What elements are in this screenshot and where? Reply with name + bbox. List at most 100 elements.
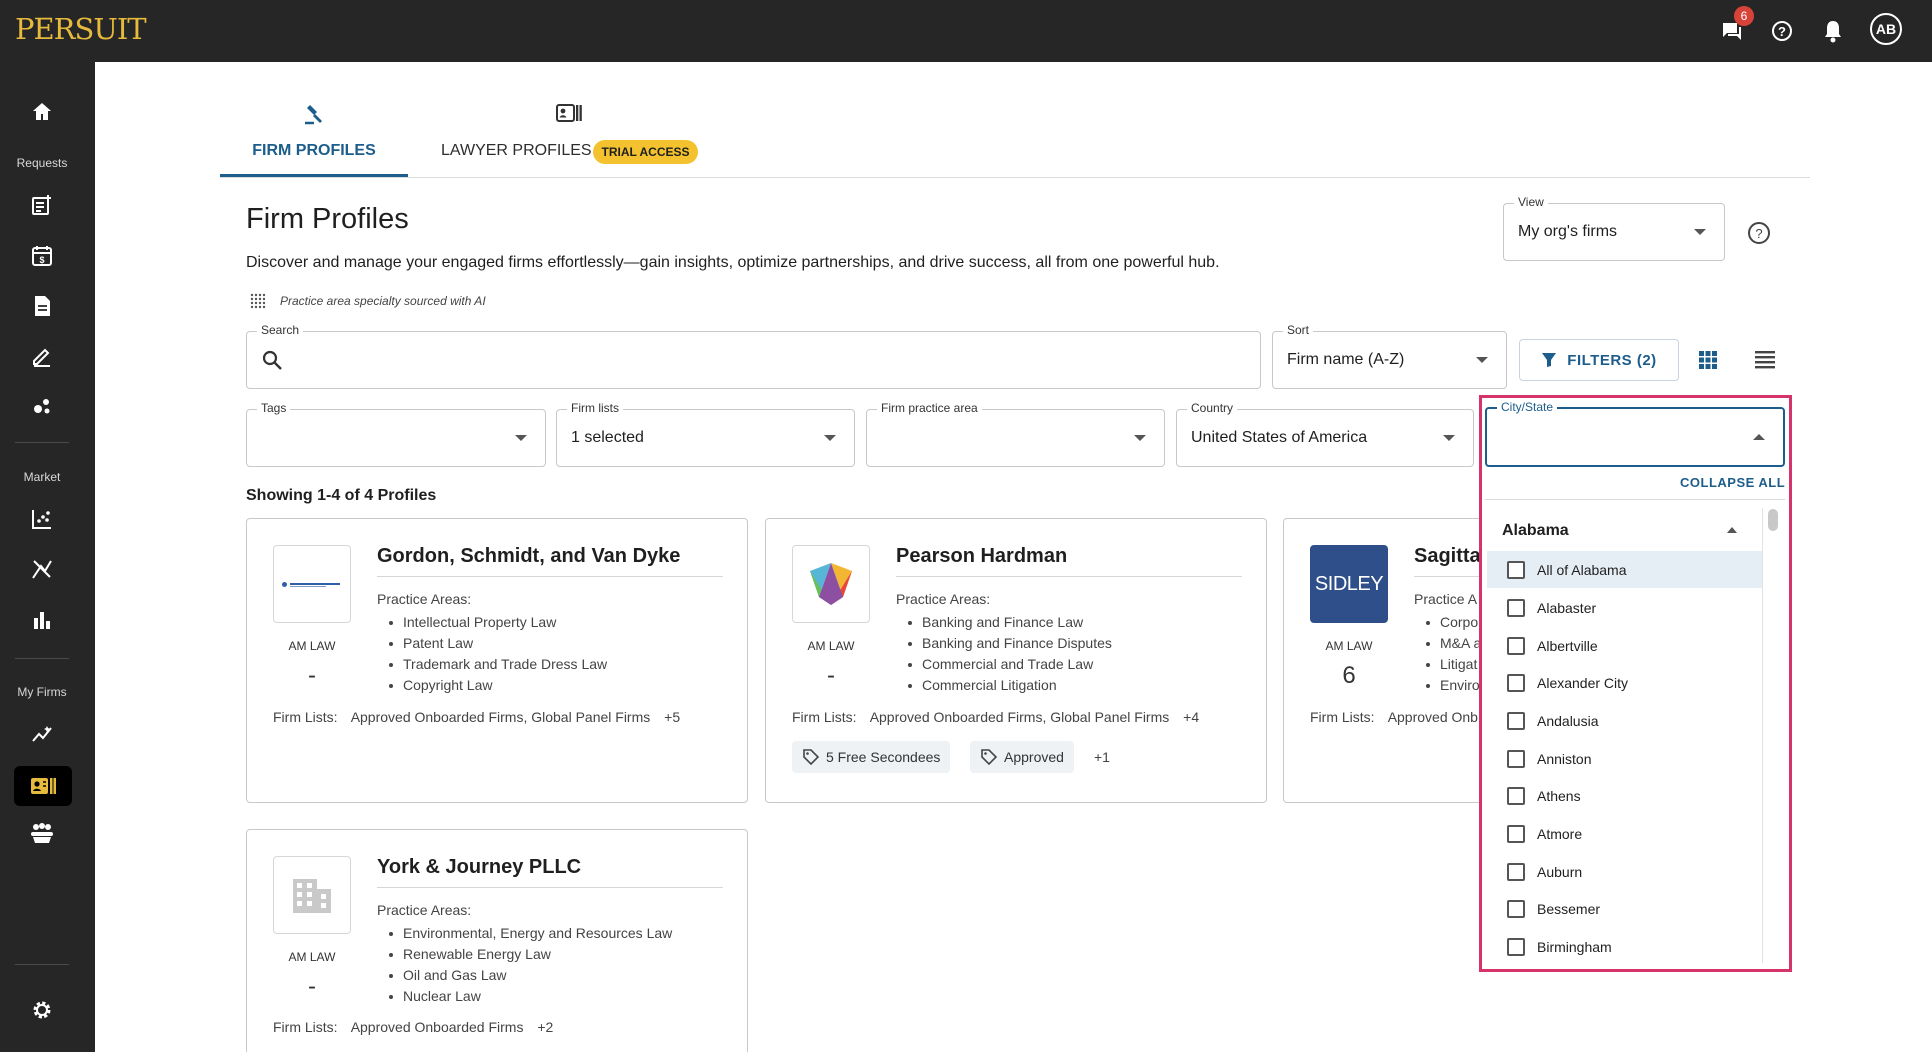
practice-areas-label: Practice Areas: xyxy=(377,591,472,607)
firm-lists-more[interactable]: +5 xyxy=(664,709,680,725)
sidebar-divider xyxy=(15,964,69,965)
chevron-up-icon[interactable] xyxy=(1727,527,1737,533)
firm-name[interactable]: Gordon, Schmidt, and Van Dyke xyxy=(377,545,680,568)
firm-lists-label: Firm Lists: xyxy=(273,709,338,725)
country-select[interactable]: Country United States of America xyxy=(1176,401,1474,467)
list-item: Oil and Gas Law xyxy=(377,965,672,986)
sort-value: Firm name (A-Z) xyxy=(1287,351,1405,368)
checkbox[interactable] xyxy=(1507,673,1525,692)
bell-icon[interactable] xyxy=(1816,14,1850,48)
insights-icon[interactable] xyxy=(26,718,58,750)
city-option[interactable]: Athens xyxy=(1487,777,1762,814)
edit-icon[interactable] xyxy=(26,340,58,372)
firm-card[interactable]: AM LAW - York & Journey PLLC Practice Ar… xyxy=(246,829,748,1052)
team-icon[interactable] xyxy=(26,817,58,849)
user-avatar[interactable]: AB xyxy=(1870,13,1902,45)
am-law-rank: 6 xyxy=(1342,662,1356,689)
firm-practice-area-select[interactable]: Firm practice area xyxy=(866,401,1165,467)
city-option[interactable]: Alabaster xyxy=(1487,589,1762,626)
bar-chart-icon[interactable] xyxy=(26,604,58,636)
am-law-label: AM LAW xyxy=(807,639,855,653)
firm-lists-more[interactable]: +2 xyxy=(537,1019,553,1035)
am-law-label: AM LAW xyxy=(1325,639,1373,653)
firm-name[interactable]: Pearson Hardman xyxy=(896,545,1067,568)
city-option[interactable]: Atmore xyxy=(1487,815,1762,852)
list-view-icon[interactable] xyxy=(1754,350,1776,375)
tab-firm-profiles[interactable]: FIRM PROFILES xyxy=(220,96,408,178)
sidebar-divider xyxy=(15,658,69,659)
card-divider xyxy=(896,576,1242,577)
tags-more[interactable]: +1 xyxy=(1094,749,1110,765)
checkbox[interactable] xyxy=(1507,560,1525,579)
filters-button[interactable]: FILTERS (2) xyxy=(1519,339,1679,381)
firm-card[interactable]: AM LAW - Pearson Hardman Practice Areas:… xyxy=(765,518,1267,803)
city-option[interactable]: Birmingham xyxy=(1487,928,1762,965)
new-request-icon[interactable] xyxy=(26,189,58,221)
firm-name[interactable]: Sagittar xyxy=(1414,545,1488,568)
city-option[interactable]: Andalusia xyxy=(1487,702,1762,739)
grid-view-icon[interactable] xyxy=(1698,350,1718,375)
ai-sparkle-icon xyxy=(250,293,266,314)
scatter-chart-icon[interactable] xyxy=(26,503,58,535)
firm-lists-value: Approved Onboarded Firms xyxy=(350,1019,524,1035)
settings-icon[interactable] xyxy=(26,994,58,1026)
chevron-down-icon xyxy=(1443,435,1455,441)
filter-icon xyxy=(1542,353,1557,367)
city-option[interactable]: Auburn xyxy=(1487,853,1762,890)
am-law-rank: - xyxy=(827,662,835,689)
city-state-select[interactable]: City/State xyxy=(1485,400,1785,467)
page-description: Discover and manage your engaged firms e… xyxy=(246,254,1220,271)
checkbox[interactable] xyxy=(1507,899,1525,918)
firm-profiles-icon[interactable] xyxy=(14,766,72,806)
tag-chip[interactable]: Approved xyxy=(970,741,1074,773)
sort-select[interactable]: Sort Firm name (A-Z) xyxy=(1272,323,1507,389)
view-select[interactable]: View My org's firms xyxy=(1503,195,1725,261)
help-icon[interactable]: ? xyxy=(1765,14,1799,48)
analytics-icon[interactable] xyxy=(26,553,58,585)
tab-firm-profiles-label: FIRM PROFILES xyxy=(252,142,376,159)
search-field[interactable]: Search xyxy=(246,323,1261,389)
city-option[interactable]: All of Alabama xyxy=(1487,551,1762,588)
collapse-all-button[interactable]: COLLAPSE ALL xyxy=(1680,475,1785,490)
sidebar-section-market: Market xyxy=(23,470,61,484)
list-item: Renewable Energy Law xyxy=(377,944,672,965)
checkbox[interactable] xyxy=(1507,636,1525,655)
city-option-label: Atmore xyxy=(1537,825,1583,842)
city-option[interactable]: Anniston xyxy=(1487,740,1762,777)
checkbox[interactable] xyxy=(1507,862,1525,881)
state-group-header[interactable]: Alabama xyxy=(1502,522,1569,540)
billing-calendar-icon[interactable]: $ xyxy=(26,240,58,272)
city-option[interactable]: Alexander City xyxy=(1487,664,1762,701)
network-icon[interactable] xyxy=(26,390,58,422)
help-circle-icon[interactable]: ? xyxy=(1747,221,1771,250)
persuit-logo[interactable]: PERSUIT xyxy=(15,12,147,46)
practice-areas-label: Practice A xyxy=(1414,591,1478,607)
search-icon xyxy=(261,349,283,376)
document-icon[interactable] xyxy=(26,290,58,322)
home-icon[interactable] xyxy=(26,96,58,128)
checkbox[interactable] xyxy=(1507,598,1525,617)
city-option-label: Bessemer xyxy=(1537,900,1601,917)
checkbox[interactable] xyxy=(1507,937,1525,956)
tag-chip[interactable]: 5 Free Secondees xyxy=(792,741,951,773)
dropdown-scroll-track[interactable] xyxy=(1762,508,1763,963)
firm-lists-select[interactable]: Firm lists 1 selected xyxy=(556,401,855,467)
am-law-rank: - xyxy=(308,973,316,1000)
tab-lawyer-profiles[interactable]: LAWYER PROFILES xyxy=(440,96,592,178)
checkbox[interactable] xyxy=(1507,711,1525,730)
firm-lists-row: Firm Lists: Approved Onb xyxy=(1310,709,1488,725)
checkbox[interactable] xyxy=(1507,824,1525,843)
checkbox[interactable] xyxy=(1507,749,1525,768)
firm-logo-text: SIDLEY xyxy=(1314,572,1384,595)
firm-name[interactable]: York & Journey PLLC xyxy=(377,856,581,879)
tag-label: Approved xyxy=(1004,749,1064,765)
chevron-down-icon xyxy=(1476,357,1488,363)
firm-card[interactable]: AM LAW - Gordon, Schmidt, and Van Dyke P… xyxy=(246,518,748,803)
dropdown-scrollbar-thumb[interactable] xyxy=(1768,509,1778,531)
tags-select[interactable]: Tags xyxy=(246,401,546,467)
city-option[interactable]: Albertville xyxy=(1487,627,1762,664)
checkbox[interactable] xyxy=(1507,786,1525,805)
practice-areas-list: Environmental, Energy and Resources Law … xyxy=(377,923,672,1007)
firm-lists-more[interactable]: +4 xyxy=(1183,709,1199,725)
city-option[interactable]: Bessemer xyxy=(1487,890,1762,927)
